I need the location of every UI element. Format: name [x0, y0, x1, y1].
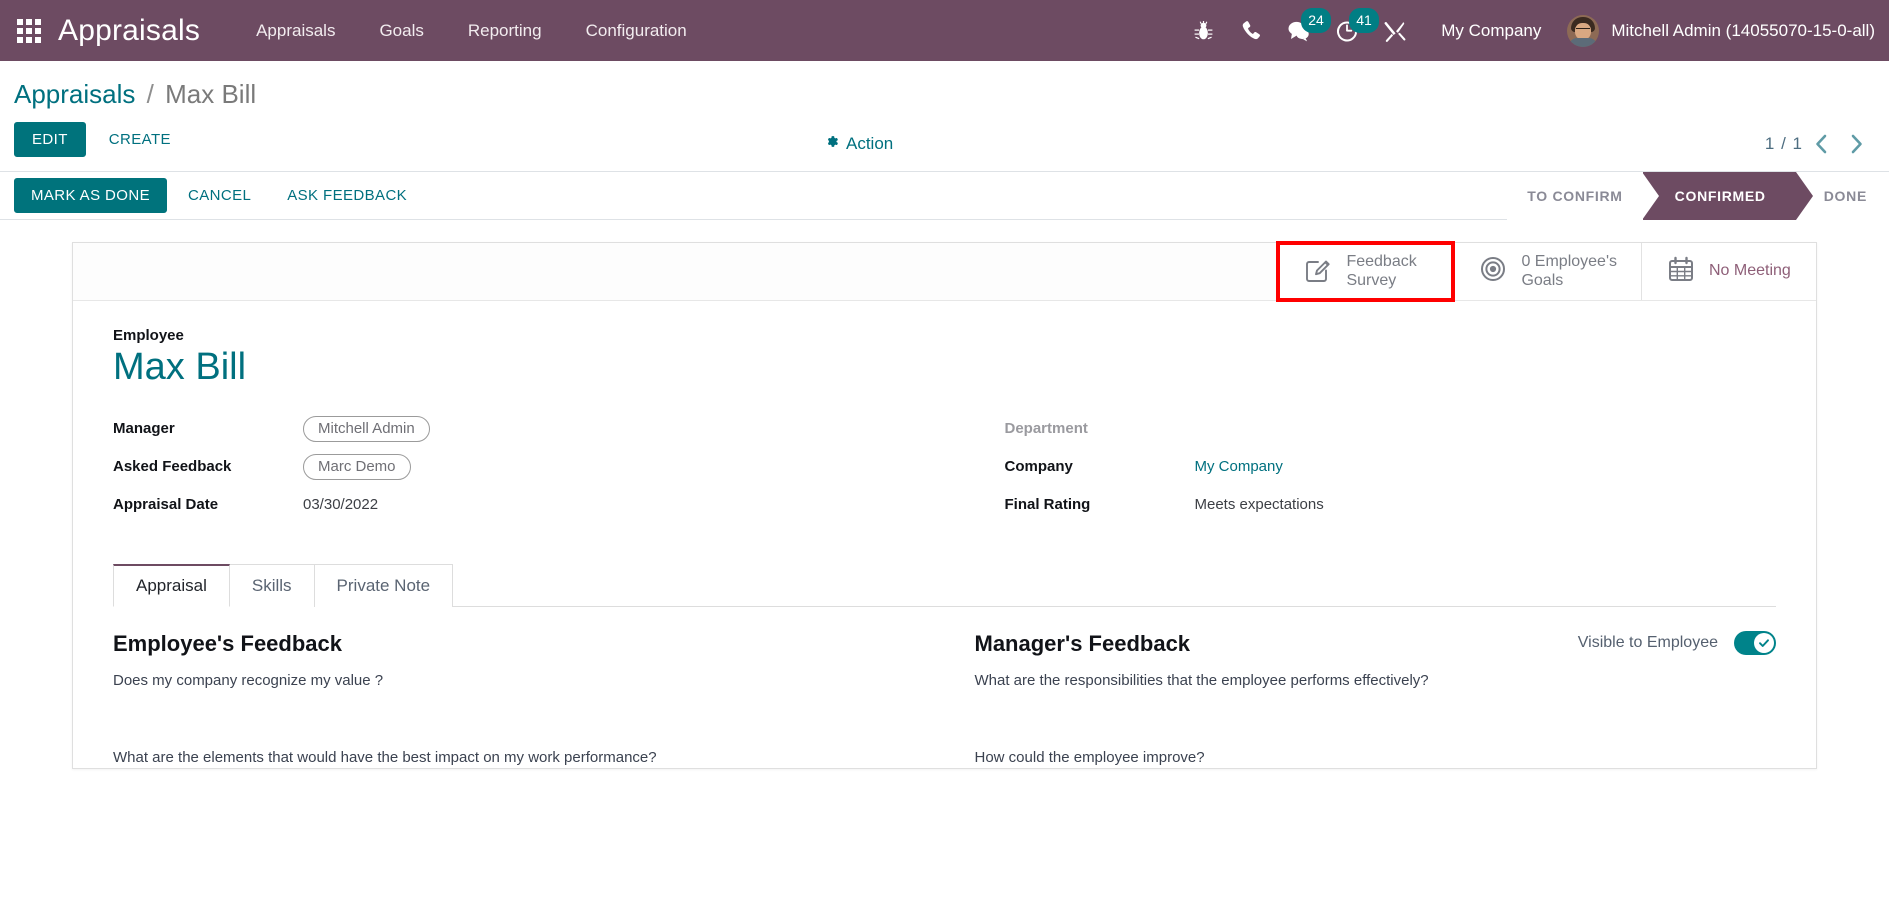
messages-icon[interactable]: 24	[1275, 0, 1331, 61]
chevron-left-icon[interactable]	[1803, 129, 1839, 159]
form-column-left: Manager Mitchell Admin Asked Feedback Ma…	[113, 415, 945, 530]
gear-icon	[824, 134, 839, 154]
cancel-button[interactable]: CANCEL	[173, 178, 266, 213]
manager-feedback-question-2[interactable]: How could the employee improve?	[975, 748, 1777, 768]
field-department: Department	[1005, 416, 1777, 442]
field-final-rating: Final Rating Meets expectations	[1005, 492, 1777, 518]
action-menu-button[interactable]: Action	[824, 134, 893, 154]
breadcrumb-separator: /	[146, 79, 154, 109]
create-button[interactable]: CREATE	[94, 122, 186, 157]
field-manager-value[interactable]: Mitchell Admin	[303, 415, 430, 442]
nav-item-reporting[interactable]: Reporting	[446, 0, 564, 61]
ask-feedback-button[interactable]: ASK FEEDBACK	[272, 178, 422, 213]
field-appraisal-date: Appraisal Date 03/30/2022	[113, 492, 945, 518]
navbar-right-zone: 24 41 My Company Mitchell Admin (1405507…	[1179, 0, 1889, 61]
bullseye-icon	[1478, 254, 1508, 290]
field-appraisal-date-value[interactable]: 03/30/2022	[303, 496, 378, 513]
employee-field-caption: Employee	[113, 327, 184, 345]
field-department-label: Department	[1004, 420, 1088, 438]
employee-feedback-question-1[interactable]: Does my company recognize my value ?	[113, 671, 945, 691]
statusbar-row: MARK AS DONE CANCEL ASK FEEDBACK TO CONF…	[0, 172, 1889, 221]
nav-item-goals[interactable]: Goals	[357, 0, 445, 61]
stage-confirmed[interactable]: CONFIRMED	[1641, 172, 1813, 221]
field-company: Company My Company	[1005, 454, 1777, 480]
employee-feedback-question-2[interactable]: What are the elements that would have th…	[113, 748, 945, 768]
bug-icon[interactable]	[1179, 0, 1227, 61]
feedback-survey-button[interactable]: Feedback Survey	[1276, 241, 1456, 303]
employees-goals-button[interactable]: 0 Employee's Goals	[1453, 243, 1641, 301]
avatar	[1567, 14, 1600, 47]
field-manager: Manager Mitchell Admin	[113, 415, 945, 442]
meeting-button[interactable]: No Meeting	[1641, 243, 1816, 301]
page-title: Max Bill	[113, 346, 247, 389]
field-asked-feedback-value[interactable]: Marc Demo	[303, 453, 411, 480]
field-company-label: Company	[1004, 458, 1073, 476]
stat-button-box: Feedback Survey 0 Employee's Goals No Me…	[73, 241, 1816, 303]
breadcrumb-root-link[interactable]: Appraisals	[14, 79, 135, 109]
breadcrumb-current: Max Bill	[165, 79, 257, 109]
field-final-rating-value[interactable]: Meets expectations	[1195, 496, 1324, 513]
field-final-rating-label: Final Rating	[1004, 496, 1091, 514]
tab-appraisal[interactable]: Appraisal	[113, 563, 230, 607]
chevron-right-icon[interactable]	[1839, 129, 1875, 159]
top-navbar: Appraisals Appraisals Goals Reporting Co…	[0, 0, 1889, 61]
meeting-label: No Meeting	[1709, 262, 1791, 280]
activities-clock-icon[interactable]: 41	[1323, 0, 1379, 61]
visible-to-employee-group: Visible to Employee	[1577, 630, 1776, 655]
breadcrumb: Appraisals / Max Bill	[0, 61, 1889, 116]
pencil-square-icon	[1303, 254, 1333, 290]
field-asked-feedback: Asked Feedback Marc Demo	[113, 453, 945, 480]
feedback-survey-label: Feedback Survey	[1346, 252, 1417, 289]
form-column-right: Department Company My Company Final Rati…	[945, 416, 1777, 530]
nav-item-appraisals[interactable]: Appraisals	[234, 0, 357, 61]
app-brand-title: Appraisals	[58, 13, 201, 47]
field-manager-label: Manager	[113, 420, 175, 438]
manager-feedback-question-1[interactable]: What are the responsibilities that the e…	[975, 671, 1777, 691]
control-panel: Appraisals / Max Bill EDIT CREATE Action…	[0, 61, 1889, 173]
tab-private-note[interactable]: Private Note	[314, 563, 454, 607]
pager-counter: 1 / 1	[1764, 133, 1803, 153]
calendar-icon	[1666, 254, 1696, 290]
apps-grid-icon[interactable]	[0, 18, 58, 43]
field-appraisal-date-label: Appraisal Date	[113, 496, 219, 514]
user-menu[interactable]: Mitchell Admin (14055070-15-0-all)	[1557, 14, 1875, 47]
manager-feedback-section: Visible to Employee Manager's Feedback W…	[945, 630, 1777, 768]
form-sheet: Feedback Survey 0 Employee's Goals No Me…	[72, 241, 1817, 769]
check-icon	[1759, 639, 1769, 647]
sheet-wrapper: Feedback Survey 0 Employee's Goals No Me…	[0, 220, 1889, 769]
user-name-label: Mitchell Admin (14055070-15-0-all)	[1611, 20, 1875, 40]
tab-panel-appraisal: Employee's Feedback Does my company reco…	[73, 607, 1816, 768]
form-columns: Manager Mitchell Admin Asked Feedback Ma…	[113, 415, 1777, 530]
form-body: Employee Max Bill Manager Mitchell Admin…	[73, 301, 1816, 530]
stage-to-confirm[interactable]: TO CONFIRM	[1507, 172, 1643, 221]
nav-item-configuration[interactable]: Configuration	[564, 0, 709, 61]
visible-to-employee-label: Visible to Employee	[1577, 633, 1718, 651]
notebook-tabs: Appraisal Skills Private Note	[113, 563, 1776, 607]
status-stages: TO CONFIRM CONFIRMED DONE	[1507, 172, 1889, 221]
control-panel-buttons: EDIT CREATE Action 1 / 1	[0, 116, 1889, 171]
action-label: Action	[846, 133, 894, 153]
employees-goals-label: 0 Employee's Goals	[1521, 252, 1617, 289]
mark-as-done-button[interactable]: MARK AS DONE	[14, 178, 167, 214]
edit-button[interactable]: EDIT	[14, 122, 86, 158]
tab-skills[interactable]: Skills	[229, 563, 315, 607]
employee-feedback-title: Employee's Feedback	[113, 630, 343, 656]
tools-icon[interactable]	[1371, 0, 1419, 61]
employee-feedback-section: Employee's Feedback Does my company reco…	[113, 631, 945, 768]
pager: 1 / 1	[1765, 129, 1875, 159]
company-switcher[interactable]: My Company	[1419, 21, 1557, 41]
toggle-knob	[1754, 632, 1774, 653]
visible-to-employee-toggle[interactable]	[1734, 630, 1776, 655]
field-asked-feedback-label: Asked Feedback	[113, 458, 232, 476]
field-company-value[interactable]: My Company	[1195, 458, 1283, 475]
phone-icon[interactable]	[1227, 0, 1275, 61]
